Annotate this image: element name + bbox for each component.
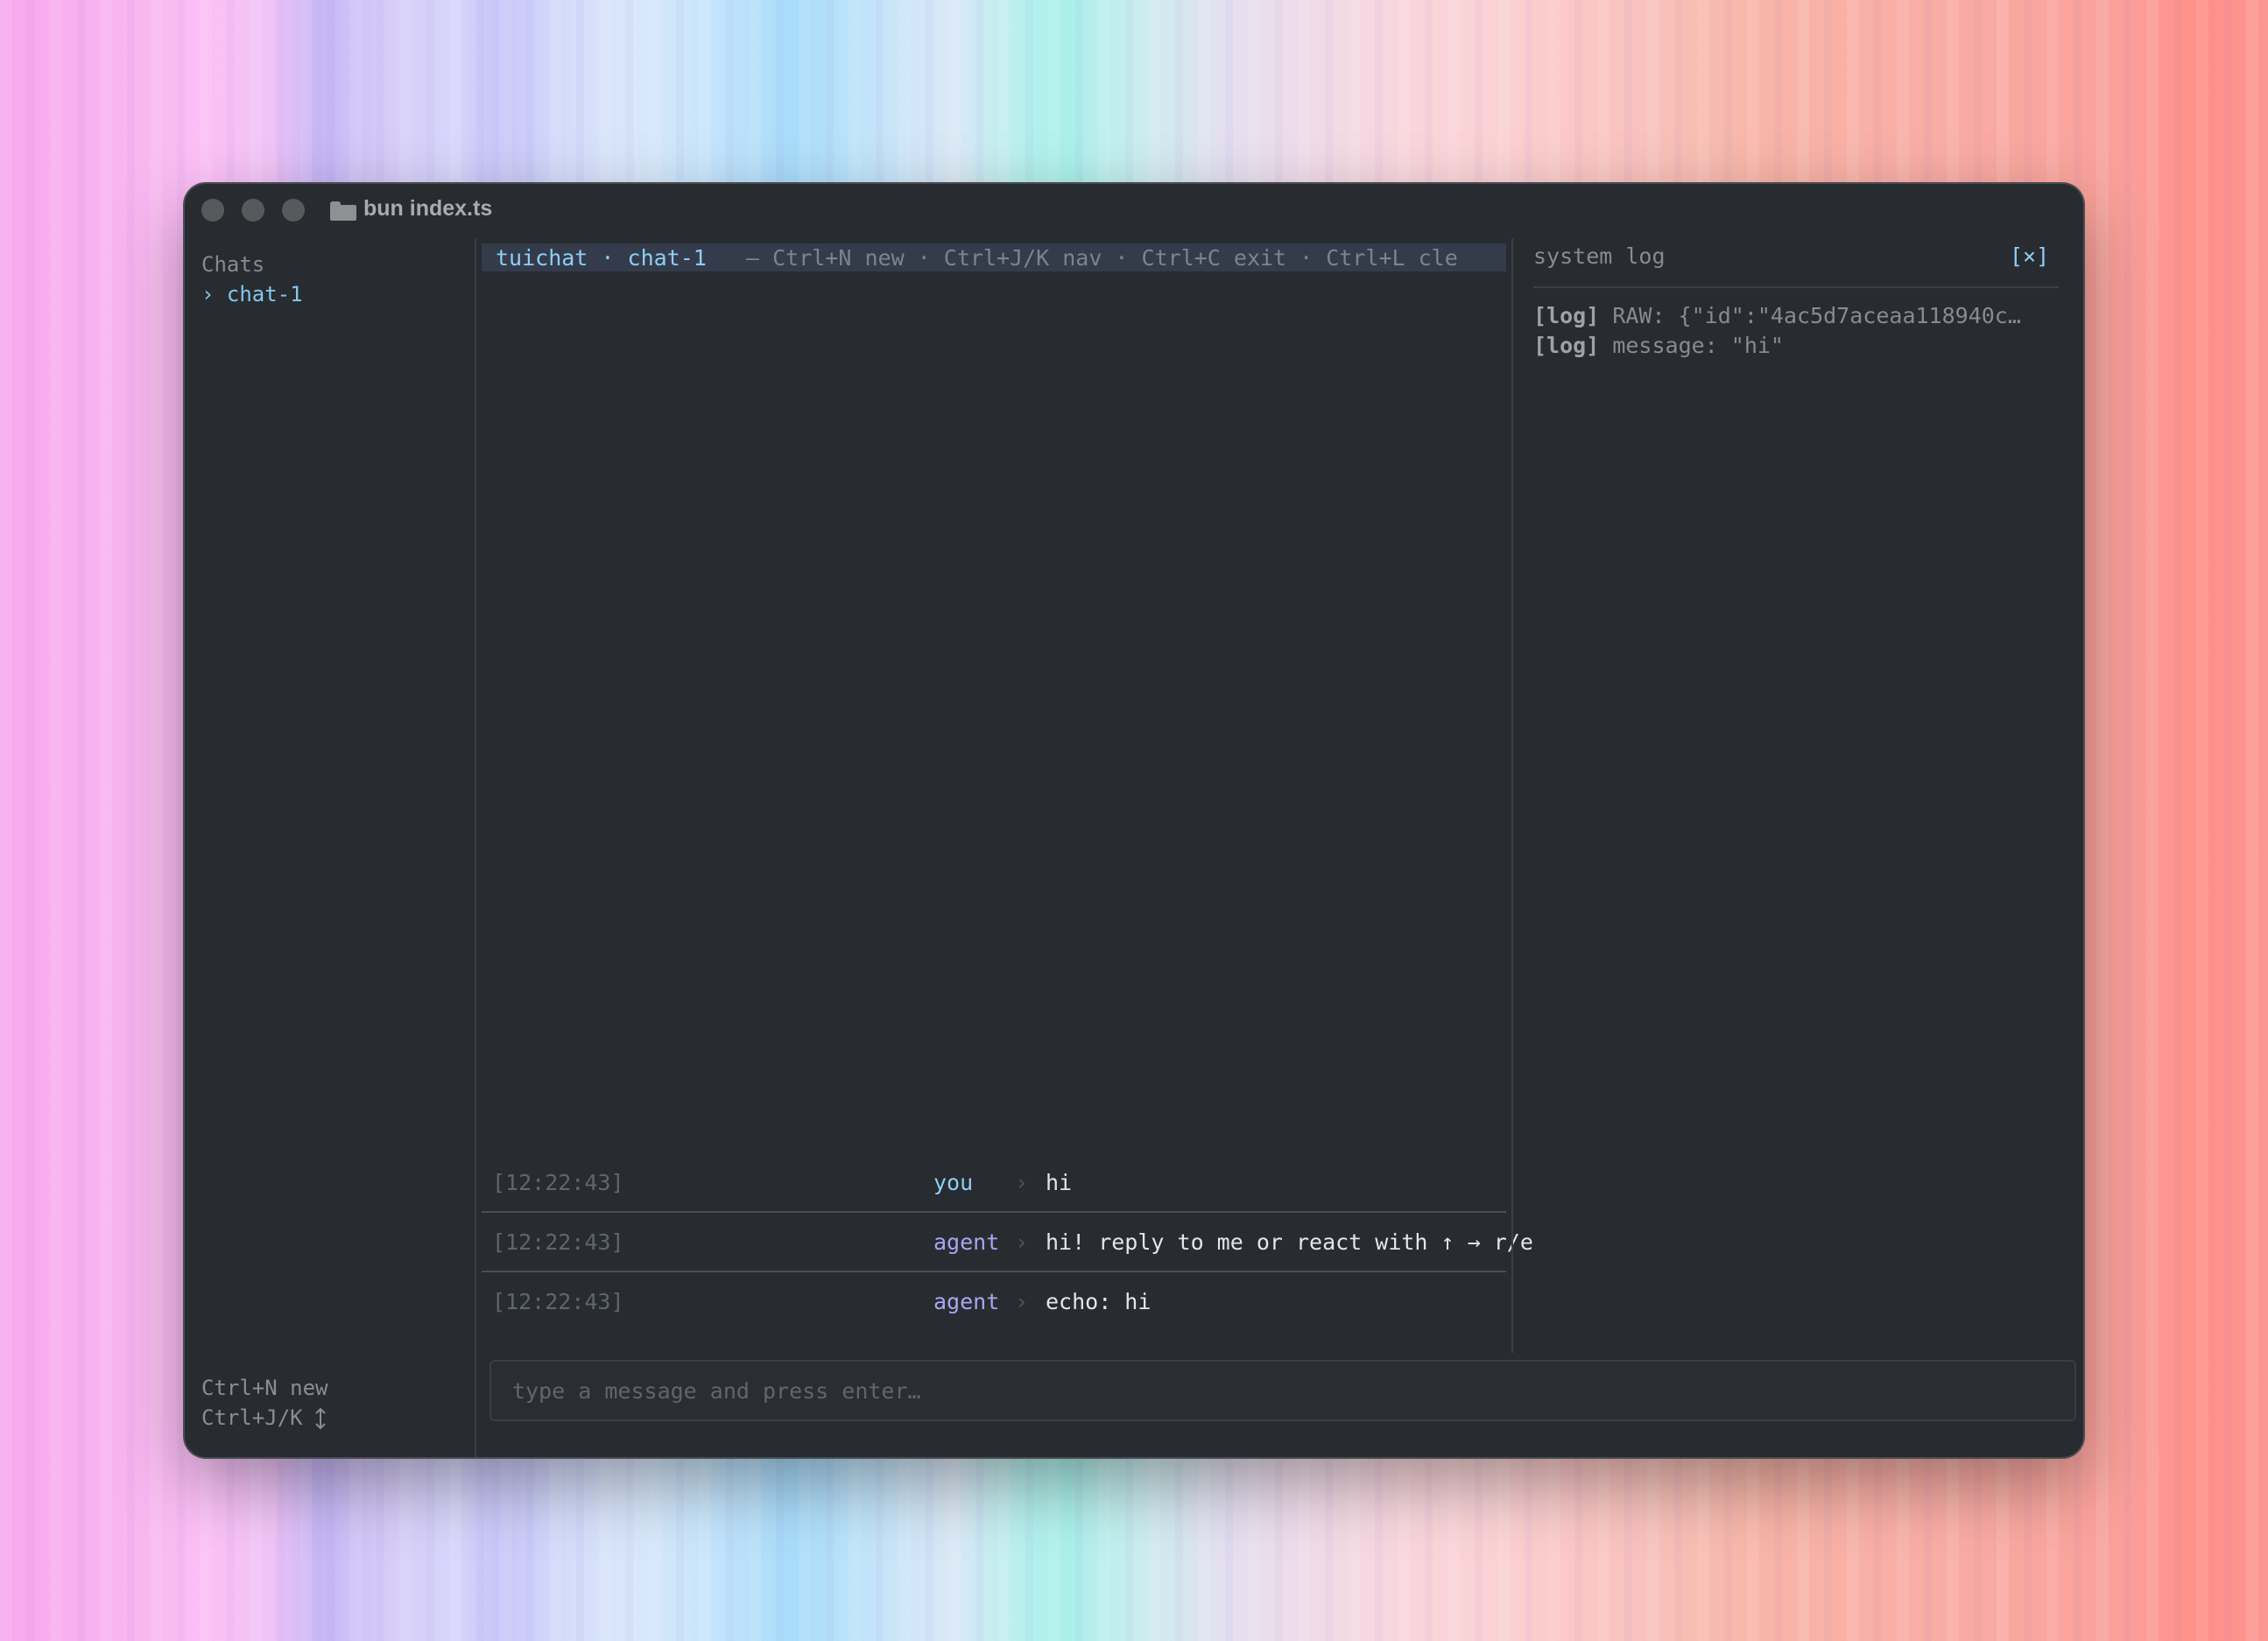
terminal-window: bun index.ts Chats › chat-1 Ctrl+N new C… (185, 184, 2083, 1457)
close-window-button[interactable] (201, 199, 224, 222)
chat-title: tuichat · chat-1 (496, 245, 707, 271)
message-input[interactable] (491, 1362, 2074, 1419)
message-sender: you (933, 1170, 974, 1195)
message-separator: › (1015, 1289, 1029, 1314)
shortcut-hints: — Ctrl+N new · Ctrl+J/K nav · Ctrl+C exi… (746, 245, 1458, 271)
zoom-window-button[interactable] (282, 199, 305, 222)
close-log-button[interactable]: [×] (2010, 243, 2049, 269)
message-sender: agent (933, 1229, 1000, 1255)
chats-sidebar: Chats › chat-1 Ctrl+N new Ctrl+J/K (185, 238, 476, 1457)
up-down-arrow-icon (314, 1407, 326, 1430)
message-separator: › (1015, 1170, 1029, 1195)
log-divider (1533, 286, 2059, 288)
message-row: [12:22:43] agent › hi! reply to me or re… (482, 1229, 1533, 1261)
nav-hint-label: Ctrl+J/K (201, 1405, 303, 1430)
message-divider (482, 1271, 1506, 1272)
title-bar: bun index.ts (185, 184, 2083, 238)
minimize-window-button[interactable] (242, 199, 264, 222)
log-tag: [log] (1533, 303, 1600, 328)
message-divider (482, 1211, 1506, 1213)
chat-header-bar: tuichat · chat-1 — Ctrl+N new · Ctrl+J/K… (482, 243, 1506, 271)
message-timestamp: [12:22:43] (492, 1289, 624, 1314)
message-text: hi (1046, 1170, 1073, 1195)
message-text: hi! reply to me or react with ↑ → r/e (1046, 1229, 1533, 1255)
message-row: [12:22:43] you › hi (482, 1170, 1506, 1201)
chats-heading: Chats (201, 252, 265, 277)
folder-icon (330, 201, 356, 221)
log-entry: [log] RAW: {"id":"4ac5d7aceaa118940c… (1533, 303, 2021, 328)
message-sender: agent (933, 1289, 1000, 1314)
log-panel-border (1511, 238, 1513, 1353)
message-row: [12:22:43] agent › echo: hi (482, 1289, 1506, 1321)
log-text: message: "hi" (1599, 333, 1784, 358)
message-text: echo: hi (1046, 1289, 1152, 1314)
new-chat-hint: Ctrl+N new (201, 1376, 328, 1400)
log-text: RAW: {"id":"4ac5d7aceaa118940c… (1599, 303, 2021, 328)
nav-hint: Ctrl+J/K (201, 1405, 328, 1430)
message-timestamp: [12:22:43] (492, 1170, 624, 1195)
log-tag: [log] (1533, 333, 1600, 358)
window-title: bun index.ts (363, 196, 493, 221)
sidebar-item-chat-1[interactable]: › chat-1 (201, 282, 303, 306)
system-log-title: system log (1533, 243, 1666, 269)
log-entry: [log] message: "hi" (1533, 333, 1784, 358)
message-input-box (490, 1360, 2076, 1421)
message-separator: › (1015, 1229, 1029, 1255)
message-timestamp: [12:22:43] (492, 1229, 624, 1255)
